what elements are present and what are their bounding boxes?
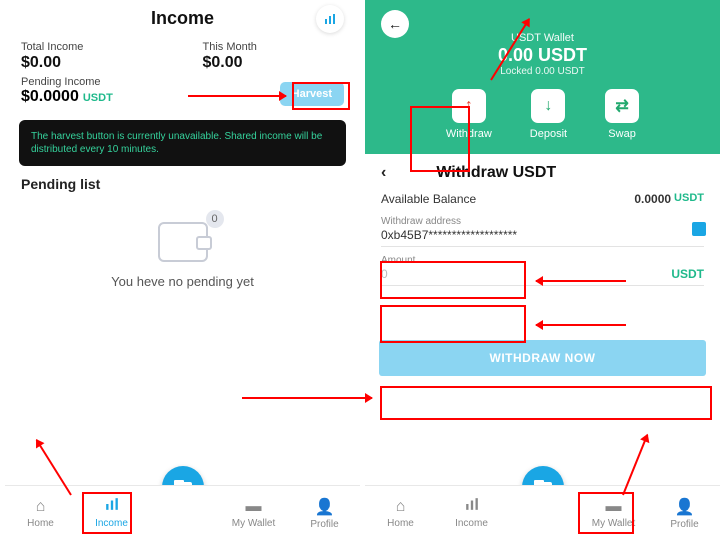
label: Withdraw (446, 128, 492, 140)
label: Withdraw address (381, 216, 704, 227)
chevron-left-icon[interactable]: ‹ (381, 164, 386, 182)
chart-icon (105, 497, 119, 516)
balance-row: Available Balance 0.0000 USDT (365, 186, 720, 212)
value: $0.00 (21, 54, 163, 72)
wallet-label: USDT Wallet (381, 32, 704, 44)
annotation-arrow (536, 280, 626, 282)
label: Home (27, 518, 54, 529)
wallet-icon: ▬ (246, 498, 262, 516)
value: $0.0000 USDT (21, 88, 113, 106)
label: Total Income (21, 41, 163, 53)
label: Profile (670, 519, 698, 530)
annotation-arrow (536, 324, 626, 326)
chart-icon[interactable] (316, 5, 344, 33)
wallet-panel: ← USDT Wallet 0.00 USDT Locked 0.00 USDT… (365, 0, 720, 154)
nav-profile[interactable]: 👤 Profile (649, 486, 720, 540)
arrow-up-icon: ↑ (452, 89, 486, 123)
page-title: Income (151, 8, 214, 29)
value: 0.0000 USDT (634, 192, 704, 206)
nav-income[interactable]: Income (76, 486, 147, 540)
annotation-arrow (242, 397, 372, 399)
withdraw-now-button[interactable]: WITHDRAW NOW (379, 340, 706, 376)
user-icon: 👤 (675, 497, 695, 517)
label: Pending Income (21, 76, 113, 88)
notice-banner: The harvest button is currently unavaila… (19, 120, 346, 166)
pending-row: Pending Income $0.0000 USDT Harvest (5, 72, 360, 114)
nav-income[interactable]: Income (436, 486, 507, 540)
withdraw-header: ‹ Withdraw USDT (365, 154, 720, 186)
stats-row: Total Income $0.00 This Month $0.00 (5, 37, 360, 72)
wallet-icon: 0 (158, 222, 208, 262)
wallet-locked: Locked 0.00 USDT (381, 66, 704, 77)
label: Deposit (530, 128, 567, 140)
header: Income (5, 0, 360, 37)
harvest-button[interactable]: Harvest (280, 82, 344, 106)
label: Swap (608, 128, 636, 140)
home-icon: ⌂ (36, 498, 46, 516)
pending-list-title: Pending list (5, 176, 360, 192)
unit: USDT (671, 267, 704, 281)
bottom-nav: ⌂ Home Income ▬ My Wallet 👤 Profile (365, 485, 720, 540)
label: Amount (381, 255, 704, 266)
swap-action[interactable]: ⇄ Swap (605, 89, 639, 140)
bottom-nav: ⌂ Home Income ▬ My Wallet 👤 Profile (5, 485, 360, 540)
wallet-actions: ↑ Withdraw ↓ Deposit ⇄ Swap (381, 89, 704, 140)
label: My Wallet (232, 518, 276, 529)
label: My Wallet (592, 518, 636, 529)
chart-icon (465, 497, 479, 516)
address-field[interactable]: Withdraw address 0xb45B7****************… (381, 216, 704, 247)
label: Income (455, 518, 488, 529)
swap-icon: ⇄ (605, 89, 639, 123)
annotation-arrow (188, 95, 286, 97)
nav-spacer (507, 486, 578, 540)
nav-wallet[interactable]: ▬ My Wallet (578, 486, 649, 540)
nav-profile[interactable]: 👤 Profile (289, 486, 360, 540)
value: $0.00 (203, 54, 345, 72)
empty-text: You heve no pending yet (111, 274, 254, 289)
label: Home (387, 518, 414, 529)
label: Available Balance (381, 192, 476, 206)
nav-home[interactable]: ⌂ Home (365, 486, 436, 540)
clipboard-icon[interactable] (692, 222, 706, 236)
label: Profile (310, 519, 338, 530)
home-icon: ⌂ (396, 498, 406, 516)
label: Income (95, 518, 128, 529)
user-icon: 👤 (315, 497, 335, 517)
month-income: This Month $0.00 (203, 41, 345, 72)
amount: $0.0000 (21, 88, 79, 106)
arrow-down-icon: ↓ (531, 89, 565, 123)
label: This Month (203, 41, 345, 53)
wallet-icon: ▬ (606, 498, 622, 516)
value: 0xb45B7******************* (381, 228, 704, 242)
withdraw-title: Withdraw USDT (436, 164, 556, 182)
badge: 0 (206, 210, 224, 228)
unit: USDT (83, 92, 113, 104)
nav-home[interactable]: ⌂ Home (5, 486, 76, 540)
income-screen: Income Total Income $0.00 This Month $0.… (5, 0, 360, 540)
nav-wallet[interactable]: ▬ My Wallet (218, 486, 289, 540)
wallet-screen: ← USDT Wallet 0.00 USDT Locked 0.00 USDT… (365, 0, 720, 540)
pending-income: Pending Income $0.0000 USDT (21, 76, 113, 106)
nav-spacer (147, 486, 218, 540)
total-income: Total Income $0.00 (21, 41, 163, 72)
withdraw-action[interactable]: ↑ Withdraw (446, 89, 492, 140)
wallet-info: USDT Wallet 0.00 USDT Locked 0.00 USDT (381, 32, 704, 77)
wallet-amount: 0.00 USDT (381, 45, 704, 66)
deposit-action[interactable]: ↓ Deposit (530, 89, 567, 140)
